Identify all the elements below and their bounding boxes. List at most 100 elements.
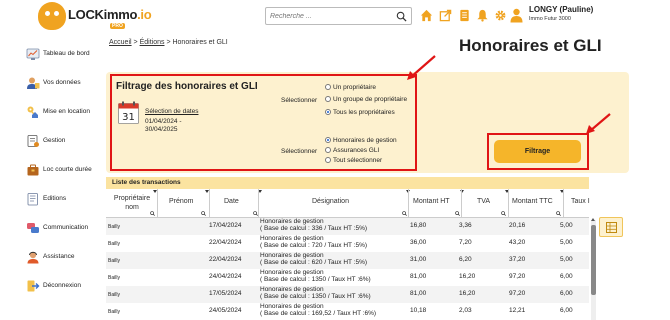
user-icon[interactable] xyxy=(510,8,523,23)
dashboard-icon xyxy=(26,48,40,60)
column-filter-icon[interactable] xyxy=(150,211,155,216)
sidebar-item-label: Editions xyxy=(43,195,67,202)
cell-vat: 3,36 xyxy=(459,222,472,229)
cell-amount-ht: 81,00 xyxy=(410,273,427,280)
search-icon[interactable] xyxy=(396,11,407,22)
breadcrumb: Accueil > Éditions > Honoraires et GLI xyxy=(109,39,228,46)
breadcrumb-separator: > xyxy=(133,39,138,46)
sidebar-item-label: Communication xyxy=(43,224,89,231)
editions-icon xyxy=(27,193,38,206)
sidebar-item-loc-courte-duree[interactable]: Loc courte durée xyxy=(26,161,100,179)
calendar-icon[interactable]: 31 xyxy=(118,101,139,124)
management-icon xyxy=(27,135,39,147)
cell-date: 24/05/2024 xyxy=(209,307,242,314)
brand-logo[interactable]: LOCKimmo.io PRO xyxy=(38,2,152,32)
sidebar-item-deconnexion[interactable]: Déconnexion xyxy=(26,277,100,295)
column-divider xyxy=(258,189,259,218)
sidebar-item-label: Loc courte durée xyxy=(43,166,92,173)
cell-designation-line2: ( Base de calcul : 720 / Taux HT :5%) xyxy=(260,242,368,249)
bell-icon[interactable] xyxy=(476,9,489,22)
grid-icon xyxy=(606,222,617,233)
radio-management-fees[interactable]: Honoraires de gestion xyxy=(325,137,397,144)
user-name[interactable]: LONGY (Pauline) xyxy=(529,5,593,14)
cell-rate: 5,00 xyxy=(560,222,573,229)
cell-vat: 16,20 xyxy=(459,273,476,280)
cell-amount-ht: 16,80 xyxy=(410,222,427,229)
scrollbar-thumb[interactable] xyxy=(591,225,596,295)
external-link-icon[interactable] xyxy=(439,9,452,22)
radio-gli-insurance[interactable]: Assurances GLI xyxy=(325,147,379,154)
date-range: 01/04/2024 - 30/04/2025 xyxy=(145,118,182,133)
annotation-arrow xyxy=(407,55,436,80)
scroll-up-arrow[interactable] xyxy=(591,218,595,221)
column-filter-icon[interactable] xyxy=(201,211,206,216)
document-icon[interactable] xyxy=(458,9,471,22)
column-header-rate[interactable]: Taux I xyxy=(571,198,590,205)
cell-designation-line1: Honoraires de gestion xyxy=(260,218,324,225)
cell-amount-ht: 36,00 xyxy=(410,239,427,246)
cell-owner: Bailly xyxy=(108,224,120,230)
sidebar-item-dashboard[interactable]: Tableau de bord xyxy=(26,45,100,63)
cell-vat: 7,20 xyxy=(459,239,472,246)
cell-date: 22/04/2024 xyxy=(209,239,242,246)
sidebar-item-label: Déconnexion xyxy=(43,282,81,289)
column-divider xyxy=(157,189,158,218)
communication-icon xyxy=(27,223,39,233)
page-title: Honoraires et GLI xyxy=(459,36,602,55)
cell-vat: 16,20 xyxy=(459,290,476,297)
radio-one-owner[interactable]: Un propriétaire xyxy=(325,84,376,91)
column-header-owner[interactable]: Propriétaire nom xyxy=(110,194,154,212)
sidebar-item-vos-donnees[interactable]: Vos données xyxy=(26,74,100,92)
home-icon[interactable] xyxy=(420,9,433,22)
column-filter-icon[interactable] xyxy=(501,211,506,216)
cell-amount-ht: 10,18 xyxy=(410,307,427,314)
cell-amount-ht: 81,00 xyxy=(410,290,427,297)
cell-date: 24/04/2024 xyxy=(209,273,242,280)
column-header-designation[interactable]: Désignation xyxy=(312,198,349,205)
owner-select-label: Sélectionner xyxy=(281,97,318,104)
sidebar-item-gestion[interactable]: Gestion xyxy=(26,132,100,150)
cell-amount-ttc: 37,20 xyxy=(509,256,526,263)
cell-amount-ttc: 12,21 xyxy=(509,307,526,314)
cat-logo-icon xyxy=(38,2,66,30)
cell-date: 17/05/2024 xyxy=(209,290,242,297)
cell-designation-line2: ( Base de calcul : 336 / Taux HT :5%) xyxy=(260,225,368,232)
table-export-button[interactable] xyxy=(599,217,623,237)
column-filter-icon[interactable] xyxy=(402,211,407,216)
column-header-date[interactable]: Date xyxy=(224,198,239,205)
gear-icon[interactable] xyxy=(494,9,507,22)
column-header-amount-ht[interactable]: Montant HT xyxy=(413,198,450,205)
rental-icon xyxy=(27,106,38,118)
radio-all-owners[interactable]: Tous les propriétaires xyxy=(325,109,395,116)
breadcrumb-current: Honoraires et GLI xyxy=(172,39,228,46)
breadcrumb-home[interactable]: Accueil xyxy=(109,39,132,46)
sidebar-item-assistance[interactable]: Assistance xyxy=(26,248,100,266)
cell-date: 22/04/2024 xyxy=(209,256,242,263)
column-header-amount-ttc[interactable]: Montant TTC xyxy=(512,198,553,205)
sidebar-item-communication[interactable]: Communication xyxy=(26,219,100,237)
cell-owner: Bailly xyxy=(108,309,120,315)
logo-text: LOCKimmo.io xyxy=(68,7,152,22)
search-box xyxy=(265,7,412,25)
cell-rate: 6,00 xyxy=(560,290,573,297)
cell-designation-line2: ( Base de calcul : 620 / Taux HT :5%) xyxy=(260,259,368,266)
column-filter-icon[interactable] xyxy=(556,211,561,216)
filter-title: Filtrage des honoraires et GLI xyxy=(116,81,258,92)
search-input[interactable] xyxy=(270,10,390,23)
radio-select-all[interactable]: Tout sélectionner xyxy=(325,157,382,164)
column-divider xyxy=(408,189,409,218)
filter-button[interactable]: Filtrage xyxy=(494,140,581,163)
sidebar-item-label: Tableau de bord xyxy=(43,50,90,57)
sidebar-item-mise-en-location[interactable]: Mise en location xyxy=(26,103,100,121)
date-selection-link[interactable]: Sélection de dates xyxy=(145,108,198,115)
logout-icon xyxy=(27,280,40,292)
radio-owner-group[interactable]: Un groupe de propriétaire xyxy=(325,96,407,103)
short-rental-icon xyxy=(27,164,39,176)
column-header-vat[interactable]: TVA xyxy=(477,198,490,205)
column-divider xyxy=(563,189,564,218)
column-header-firstname[interactable]: Prénom xyxy=(169,198,194,205)
column-filter-icon[interactable] xyxy=(455,211,460,216)
user-data-icon xyxy=(27,77,40,89)
sidebar-item-editions[interactable]: Editions xyxy=(26,190,100,208)
breadcrumb-editions[interactable]: Éditions xyxy=(140,39,165,46)
